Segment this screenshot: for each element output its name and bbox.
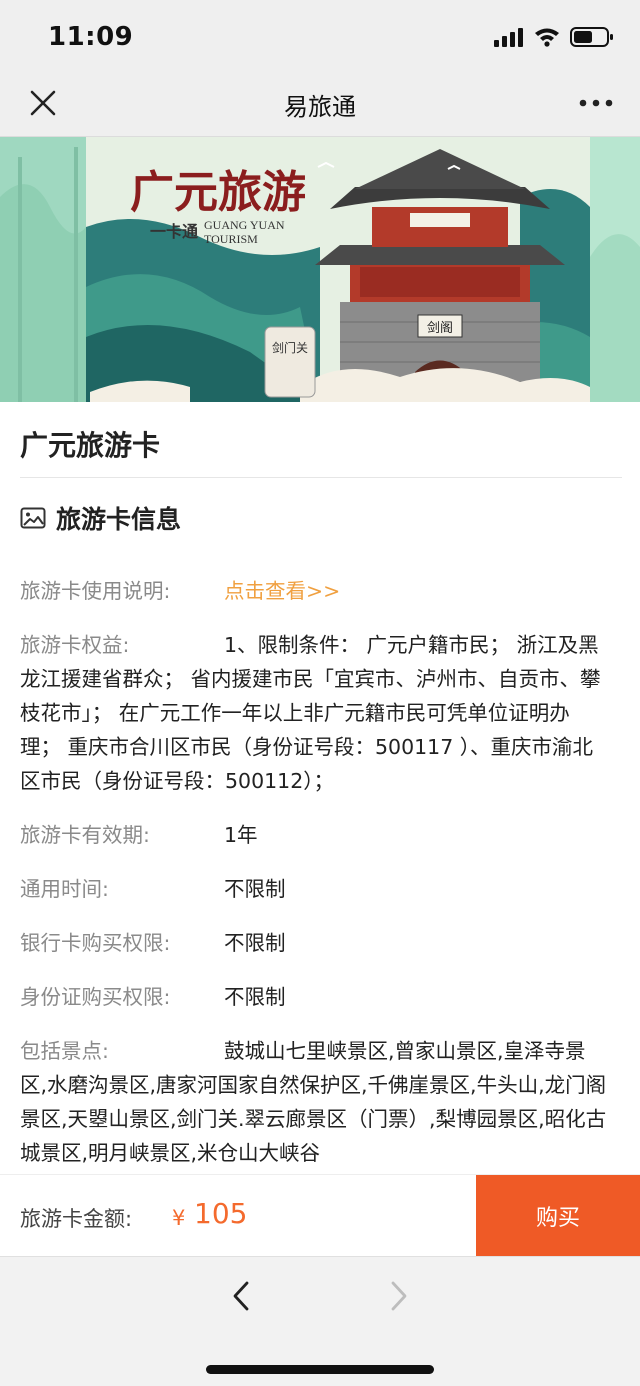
- banner-illustration: 剑阁 剑门关 广元旅游 一卡通 GUANG YUAN TOURISM: [0, 137, 640, 402]
- more-icon[interactable]: [578, 90, 614, 116]
- detail-row-id: 身份证购买权限: 不限制: [20, 980, 610, 1014]
- divider: [20, 477, 622, 478]
- banner-subtitle-en-1: GUANG YUAN: [204, 218, 285, 232]
- detail-list: 旅游卡使用说明: 点击查看>> 旅游卡权益: 1、限制条件： 广元户籍市民； 浙江及…: [20, 574, 610, 1174]
- forward-arrow-icon[interactable]: [383, 1279, 413, 1313]
- price-value: 105: [194, 1197, 248, 1230]
- detail-row-spots: 包括景点: 鼓城山七里峡景区,曾家山景区,皇泽寺景区,水磨沟景区,唐家河国家自然保…: [20, 1034, 610, 1170]
- gate-plaque: 剑阁: [427, 320, 453, 336]
- id-value: 不限制: [224, 985, 286, 1009]
- buy-button[interactable]: 购买: [476, 1175, 640, 1257]
- wifi-icon: [535, 28, 559, 47]
- image-icon: [20, 507, 46, 529]
- detail-row-usage: 旅游卡使用说明: 点击查看>>: [20, 574, 610, 608]
- battery-icon: [570, 27, 613, 47]
- nav-title: 易旅通: [284, 93, 356, 121]
- bank-value: 不限制: [224, 931, 286, 955]
- validity-key: 旅游卡有效期:: [20, 823, 150, 847]
- id-key: 身份证购买权限:: [20, 985, 171, 1009]
- nav-bar: 易旅通: [0, 70, 640, 137]
- usage-link[interactable]: 点击查看>>: [224, 579, 340, 603]
- back-arrow-icon[interactable]: [227, 1279, 257, 1313]
- time-value: 不限制: [224, 877, 286, 901]
- section-label: 旅游卡信息: [56, 505, 182, 534]
- status-time: 11:09: [48, 22, 134, 52]
- validity-value: 1年: [224, 823, 258, 847]
- spots-key: 包括景点:: [20, 1039, 109, 1063]
- status-icons: [494, 24, 614, 50]
- price-currency: ¥: [172, 1206, 186, 1230]
- section-header: 旅游卡信息: [20, 500, 181, 536]
- usage-key: 旅游卡使用说明:: [20, 579, 171, 603]
- banner-image: 剑阁 剑门关 广元旅游 一卡通 GUANG YUAN TOURISM: [0, 137, 640, 402]
- tablet-text: 剑门关: [272, 340, 308, 355]
- banner-title: 广元旅游: [130, 167, 306, 218]
- card-title: 广元旅游卡: [20, 429, 161, 462]
- price-label: 旅游卡金额:: [20, 1207, 133, 1231]
- home-indicator[interactable]: [206, 1365, 434, 1374]
- detail-row-rights: 旅游卡权益: 1、限制条件： 广元户籍市民； 浙江及黑龙江援建省群众； 省内援建市…: [20, 628, 610, 798]
- banner-subtitle-cn: 一卡通: [150, 222, 198, 241]
- detail-row-time: 通用时间: 不限制: [20, 872, 610, 906]
- status-bar: 11:09: [0, 0, 640, 70]
- detail-row-validity: 旅游卡有效期: 1年: [20, 818, 610, 852]
- detail-row-bank: 银行卡购买权限: 不限制: [20, 926, 610, 960]
- time-key: 通用时间:: [20, 877, 109, 901]
- purchase-bar: 旅游卡金额: ¥ 105 购买: [0, 1174, 640, 1257]
- signal-icon: [494, 28, 523, 47]
- rights-key: 旅游卡权益:: [20, 633, 130, 657]
- card-content: 广元旅游卡 旅游卡信息 旅游卡使用说明: 点击查看>> 旅游卡权益: 1、限制条件：…: [0, 402, 640, 1174]
- browser-toolbar: [0, 1256, 640, 1386]
- banner-subtitle-en-2: TOURISM: [204, 232, 258, 246]
- bank-key: 银行卡购买权限:: [20, 931, 171, 955]
